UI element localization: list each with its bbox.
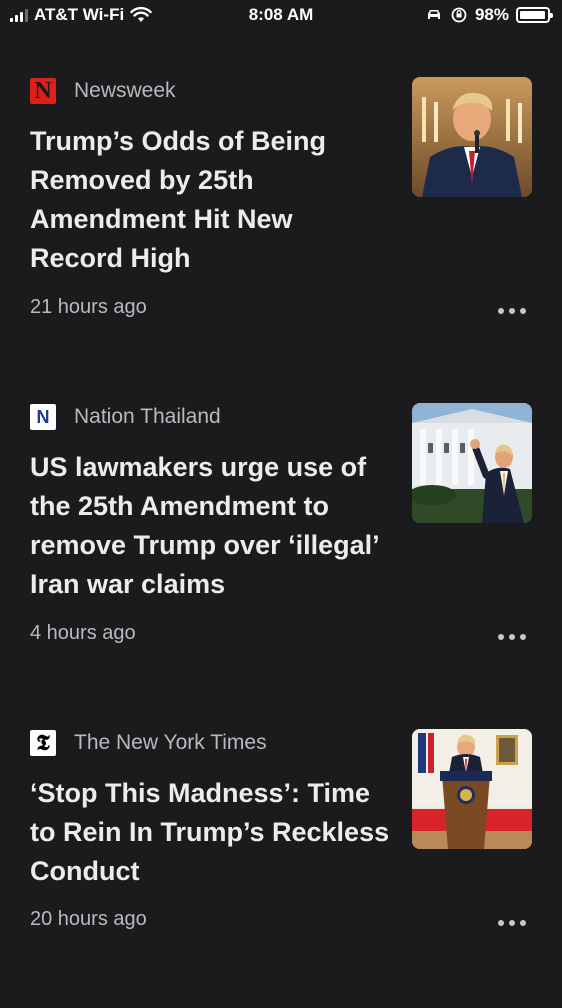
article-headline[interactable]: Trump’s Odds of Being Removed by 25th Am… [30,122,390,278]
article-thumbnail[interactable] [412,77,532,197]
article-card[interactable]: 𝕿 The New York Times ‘Stop This Madness’… [0,682,562,1008]
man-at-podium-photo-icon [412,77,532,197]
article-headline[interactable]: ‘Stop This Madness’: Time to Rein In Tru… [30,774,390,891]
orientation-lock-icon [451,7,467,23]
article-thumbnail[interactable] [412,729,532,849]
source-name[interactable]: Newsweek [74,79,176,103]
article-time: 4 hours ago [30,622,136,644]
logo-letter: N [36,406,50,427]
more-options-button[interactable] [498,915,526,931]
logo-letter: 𝕿 [36,730,50,756]
logo-letter: N [34,77,52,104]
source-row: N Nation Thailand [30,404,221,430]
article-time: 20 hours ago [30,908,147,930]
battery-percent: 98% [474,5,509,24]
man-waving-white-house-photo-icon [412,403,532,523]
more-options-button[interactable] [498,629,526,645]
battery-level [520,11,546,19]
man-at-lectern-photo-icon [412,729,532,849]
article-card[interactable]: N Newsweek Trump’s Odds of Being Removed… [0,30,562,356]
article-card[interactable]: N Nation Thailand US lawmakers urge use … [0,356,562,682]
car-icon [427,10,440,19]
status-bar: AT&T Wi-Fi 8:08 AM 98% [0,0,562,30]
nyt-logo-icon: 𝕿 [30,730,56,756]
news-feed: N Newsweek Trump’s Odds of Being Removed… [0,30,562,1008]
source-name[interactable]: The New York Times [74,731,267,755]
article-headline[interactable]: US lawmakers urge use of the 25th Amendm… [30,448,390,604]
newsweek-logo-icon: N [30,78,56,104]
battery-icon [516,7,553,23]
more-options-button[interactable] [498,303,526,319]
article-thumbnail[interactable] [412,403,532,523]
source-row: 𝕿 The New York Times [30,730,267,756]
nation-thailand-logo-icon: N [30,404,56,430]
status-right: 98% [425,5,553,25]
source-name[interactable]: Nation Thailand [74,405,221,429]
article-time: 21 hours ago [30,296,147,318]
source-row: N Newsweek [30,78,176,104]
